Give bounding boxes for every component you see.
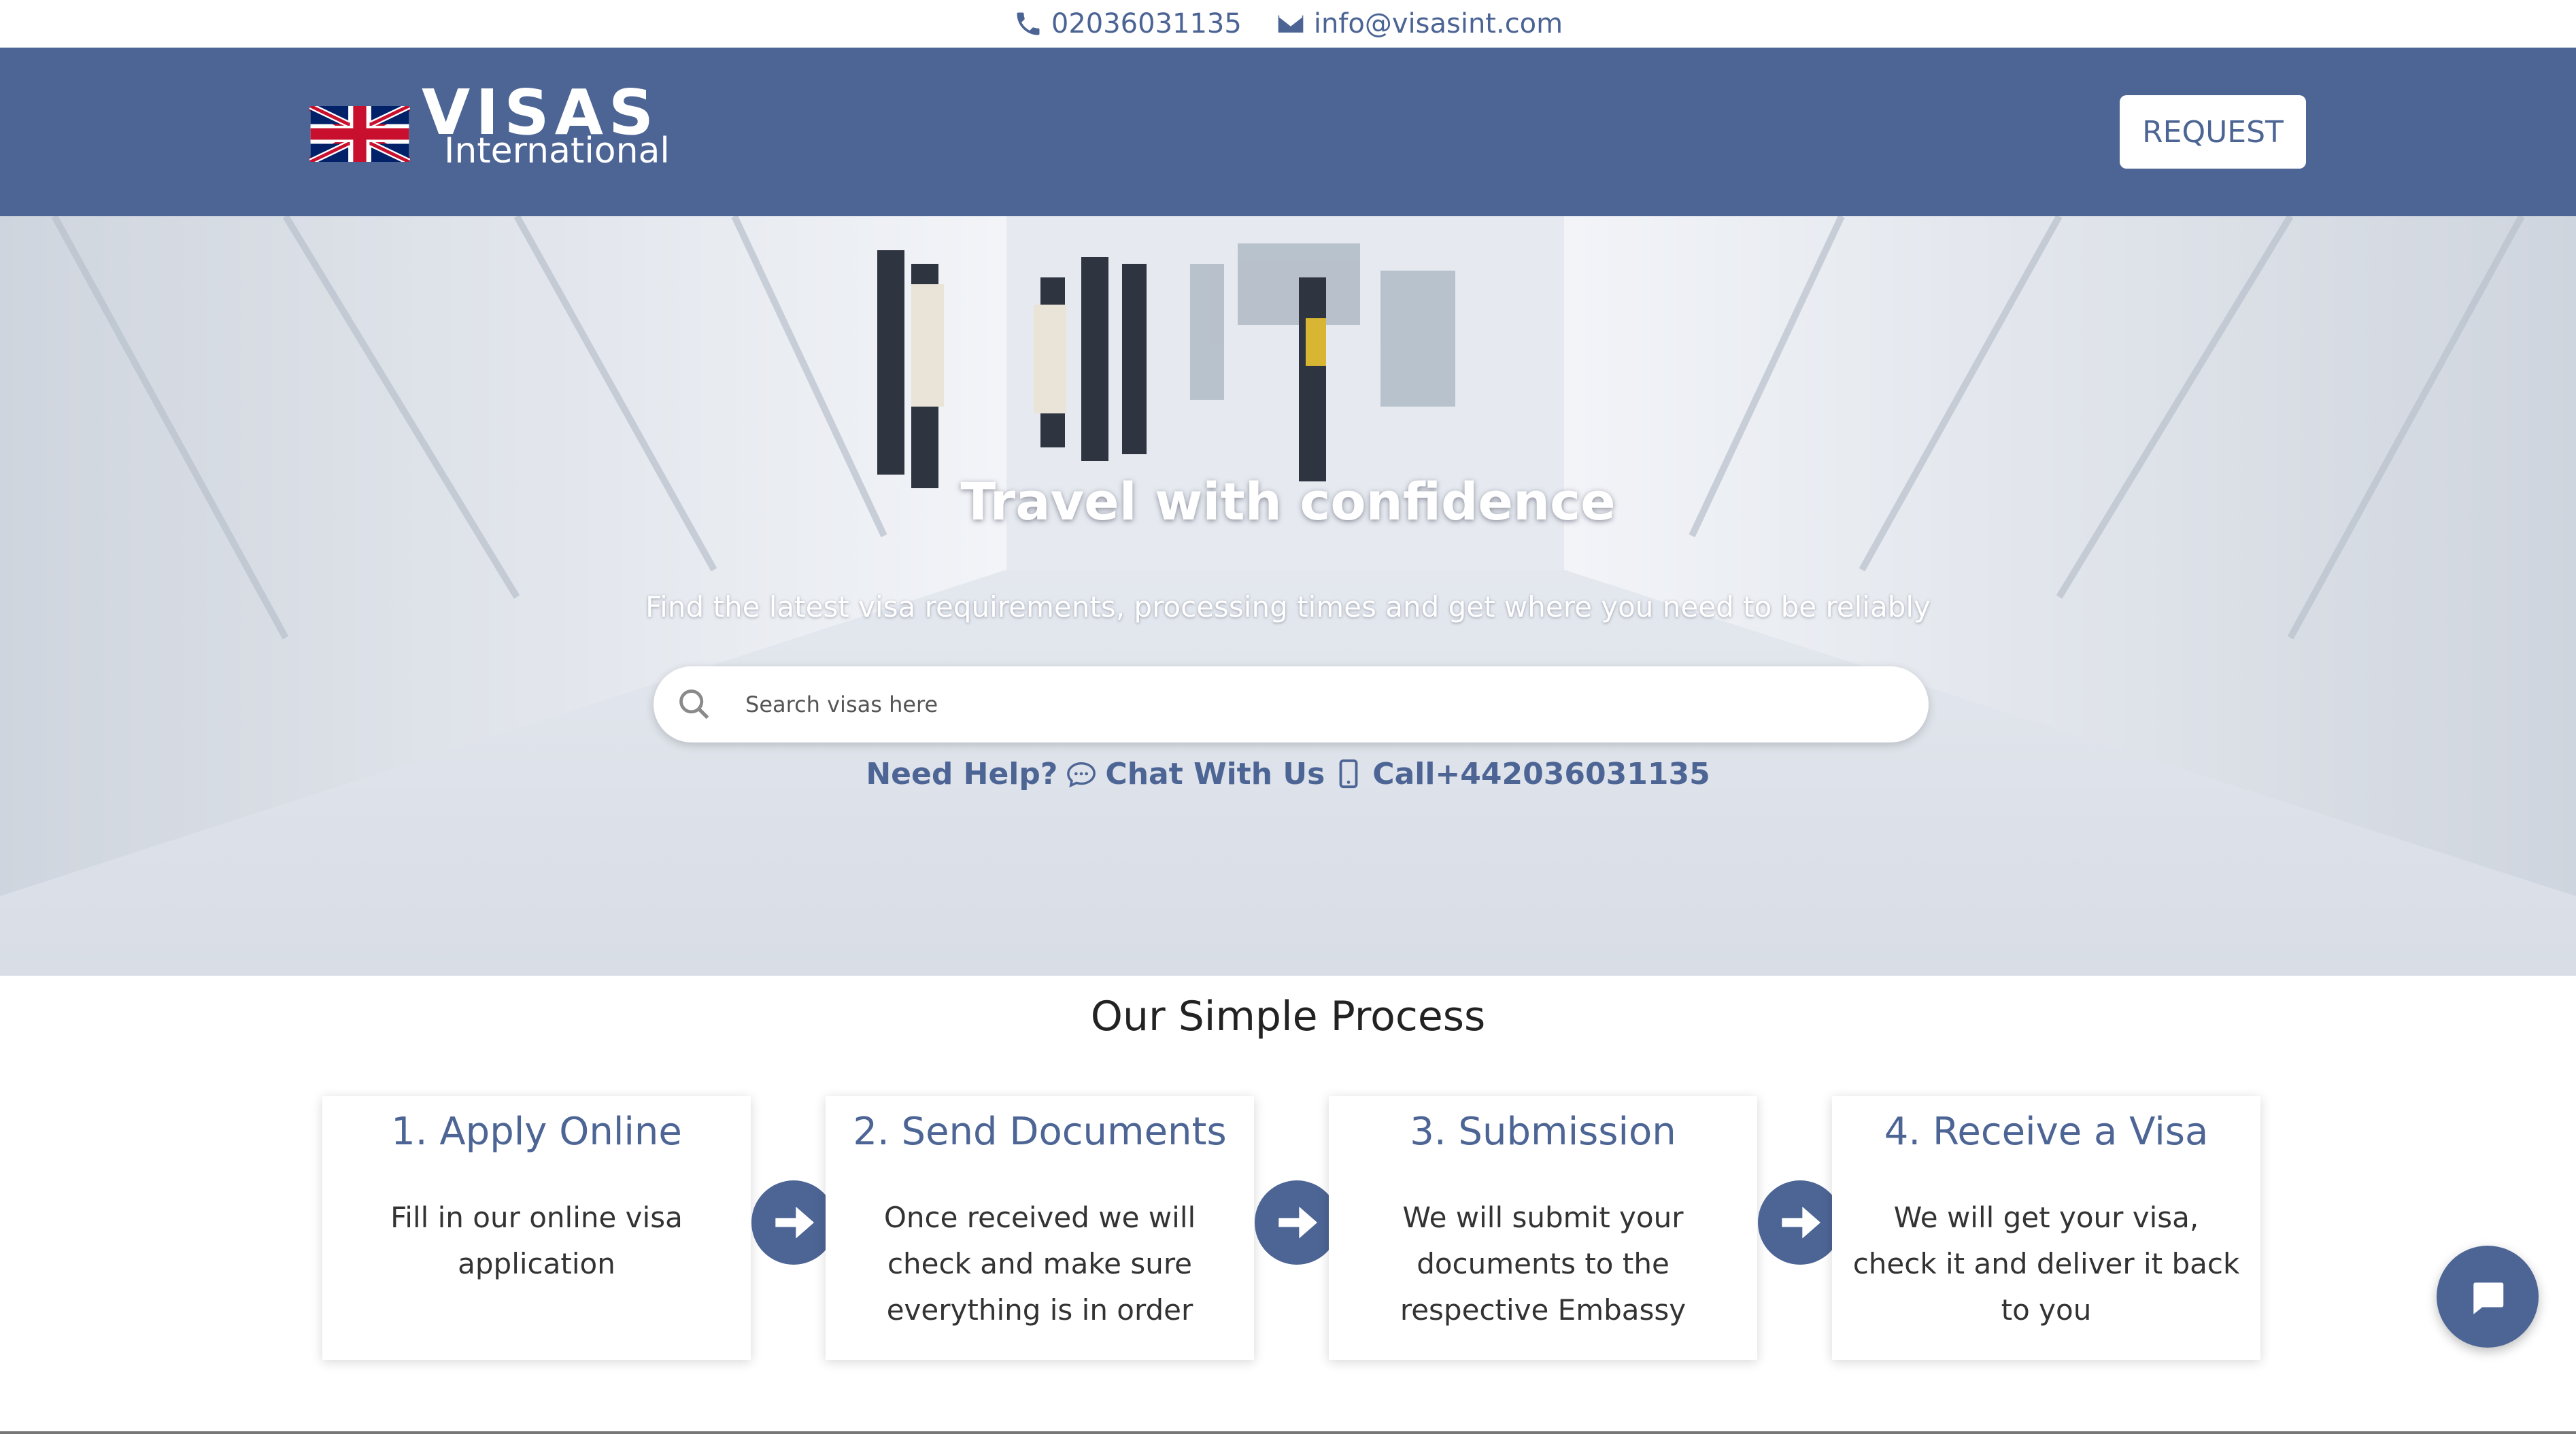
step-title: 1. Apply Online bbox=[391, 1110, 682, 1154]
phone-link[interactable]: 02036031135 bbox=[1013, 8, 1242, 39]
process-title: Our Simple Process bbox=[1090, 993, 1486, 1040]
site-header: VISAS International REQUEST bbox=[0, 48, 2576, 216]
hero-subtitle: Find the latest visa requirements, proce… bbox=[645, 590, 1931, 624]
request-button[interactable]: REQUEST bbox=[2120, 95, 2306, 169]
process-step-3: 3. Submission We will submit your docume… bbox=[1329, 1096, 1757, 1360]
hero-section: Travel with confidence Find the latest v… bbox=[0, 216, 2576, 976]
mobile-phone-icon bbox=[1339, 759, 1358, 789]
site-logo[interactable]: VISAS International bbox=[309, 82, 690, 180]
chat-icon bbox=[1067, 762, 1096, 788]
arrow-right-icon bbox=[1255, 1180, 1339, 1265]
uk-flag-icon bbox=[309, 106, 410, 162]
need-help-label: Need Help? bbox=[866, 756, 1058, 791]
search-icon bbox=[679, 689, 709, 719]
help-row: Need Help? Chat With Us Call+44203603113… bbox=[0, 747, 2576, 801]
email-link[interactable]: info@visasint.com bbox=[1276, 8, 1563, 39]
step-title: 2. Send Documents bbox=[853, 1110, 1227, 1154]
call-link[interactable]: Call+442036031135 bbox=[1372, 757, 1710, 791]
envelope-icon bbox=[1278, 15, 1304, 33]
bottom-divider bbox=[0, 1431, 2576, 1434]
step-title: 4. Receive a Visa bbox=[1884, 1110, 2209, 1154]
arrow-right-icon bbox=[1758, 1180, 1842, 1265]
arrow-right-icon bbox=[751, 1180, 836, 1265]
step-text: Once received we will check and make sur… bbox=[883, 1201, 1196, 1327]
phone-number: 02036031135 bbox=[1051, 8, 1242, 39]
process-step-2: 2. Send Documents Once received we will … bbox=[826, 1096, 1254, 1360]
hero-title: Travel with confidence bbox=[960, 471, 1616, 532]
top-contact-bar: 02036031135 info@visasint.com bbox=[0, 0, 2576, 48]
step-text: Fill in our online visa application bbox=[390, 1201, 683, 1280]
search-input[interactable] bbox=[745, 680, 1901, 729]
email-address: info@visasint.com bbox=[1313, 8, 1563, 39]
search-bar bbox=[654, 666, 1929, 742]
logo-subtitle: International bbox=[444, 131, 670, 171]
step-text: We will get your visa, check it and deli… bbox=[1852, 1201, 2240, 1327]
phone-icon bbox=[1017, 12, 1040, 35]
top-contact-row: 02036031135 info@visasint.com bbox=[0, 0, 2576, 48]
step-title: 3. Submission bbox=[1410, 1110, 1676, 1154]
chat-with-us-link[interactable]: Chat With Us bbox=[1105, 757, 1325, 791]
process-step-4: 4. Receive a Visa We will get your visa,… bbox=[1832, 1096, 2260, 1360]
chat-bubble-icon bbox=[2473, 1282, 2504, 1314]
process-step-1: 1. Apply Online Fill in our online visa … bbox=[322, 1096, 751, 1360]
step-text: We will submit your documents to the res… bbox=[1400, 1201, 1687, 1327]
chat-widget-button[interactable] bbox=[2437, 1246, 2539, 1348]
